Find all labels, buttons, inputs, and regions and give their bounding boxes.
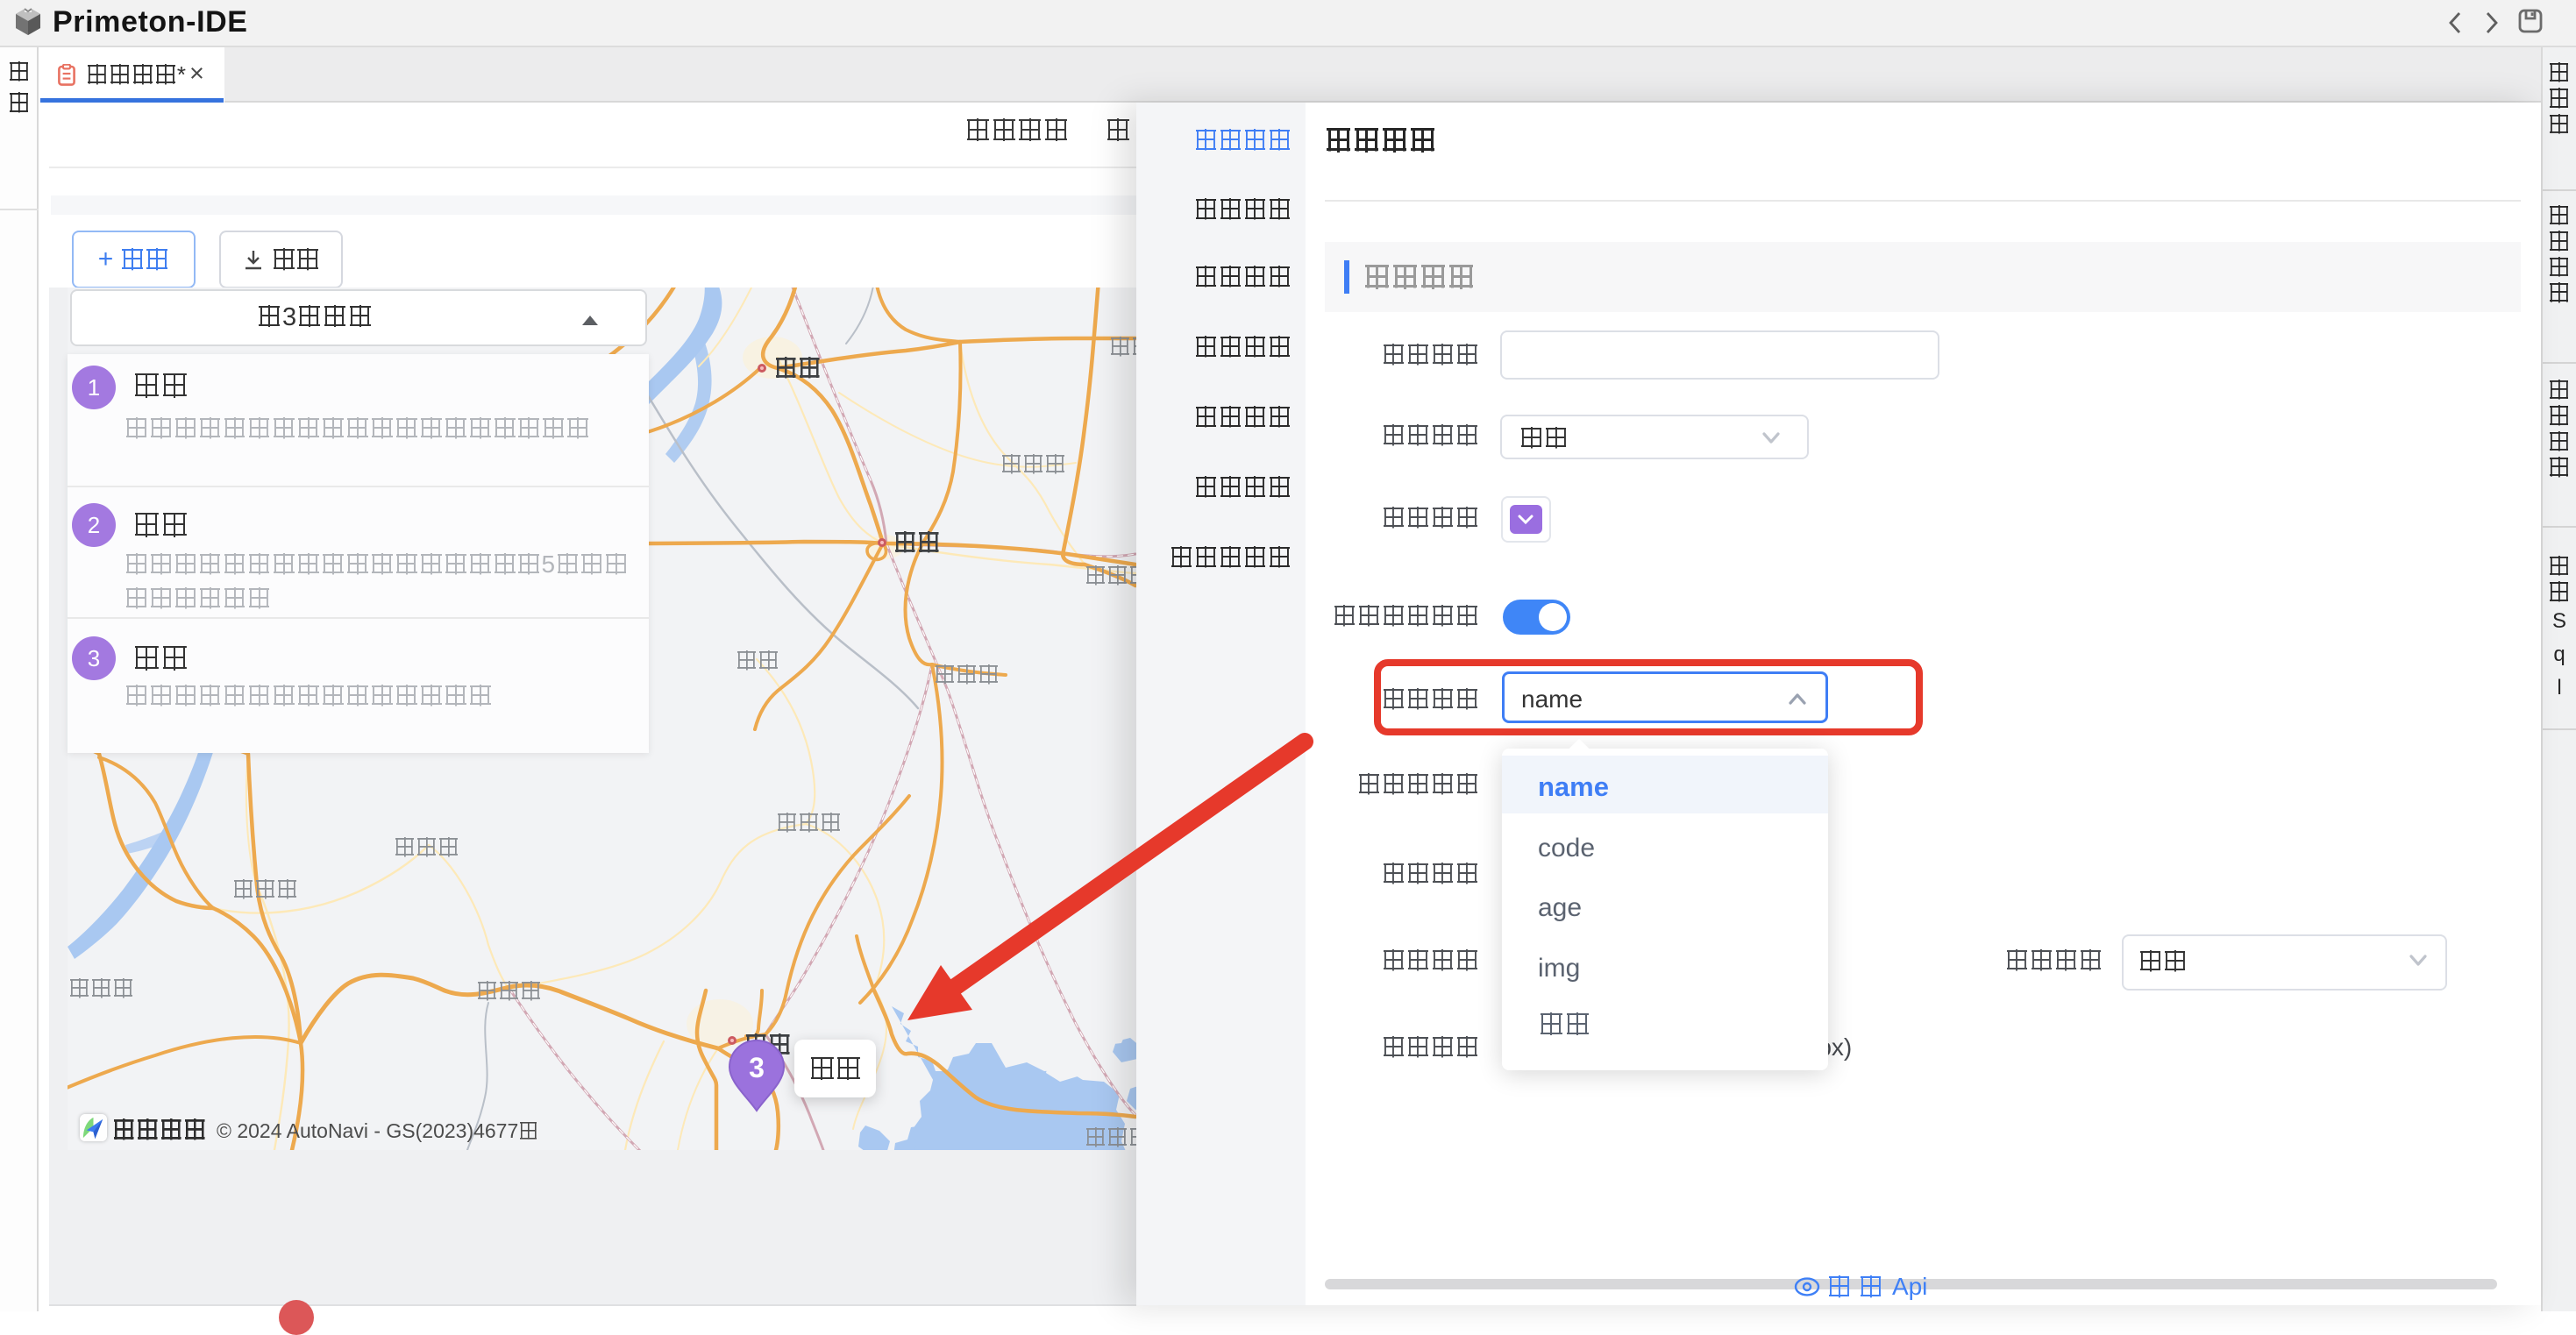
svg-text:3: 3	[749, 1052, 765, 1083]
